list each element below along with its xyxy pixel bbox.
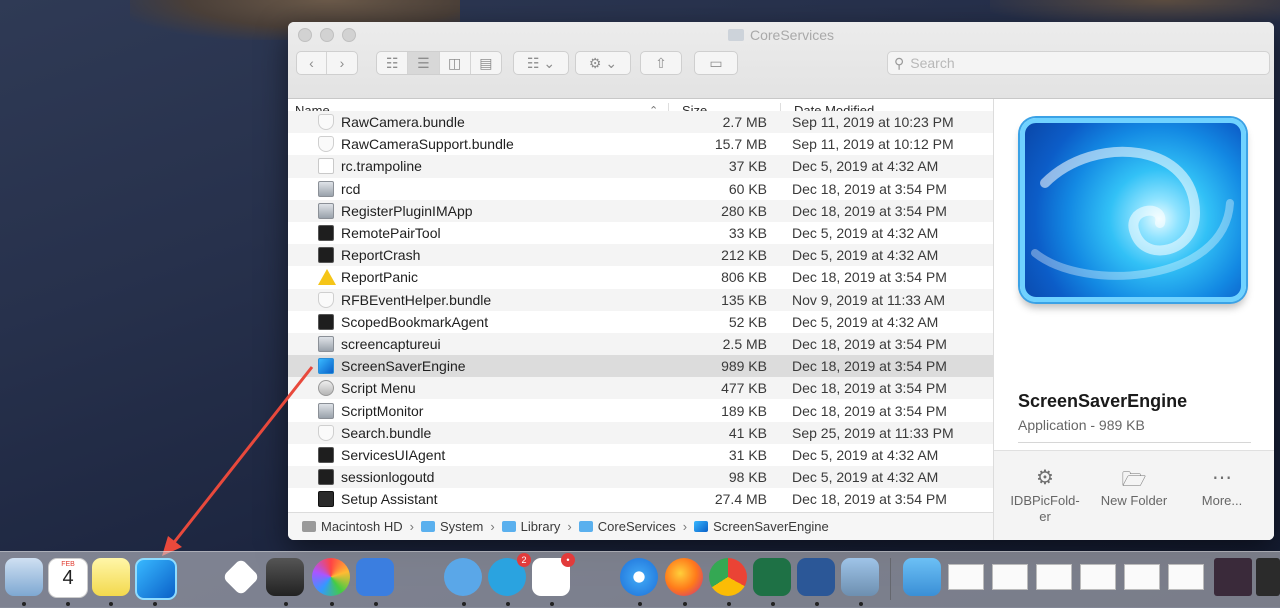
running-indicator [109,602,113,606]
running-indicator [815,602,819,606]
minimized-window-thumbnail[interactable] [1214,558,1252,596]
minimized-window-thumbnail[interactable] [1124,564,1160,590]
running-indicator [462,602,466,606]
mail-app-icon[interactable] [5,558,43,596]
running-indicator [506,602,510,606]
chrome-app-icon[interactable] [709,558,747,596]
notification-badge: 2 [517,553,531,567]
running-indicator [771,602,775,606]
photo-booth-app-icon[interactable] [266,558,304,596]
preview-app-icon[interactable] [841,558,879,596]
notes-app-icon[interactable] [92,558,130,596]
running-indicator [727,602,731,606]
notification-badge-dot: • [561,553,575,567]
messages-app-icon[interactable] [444,558,482,596]
dock: FEB 4 2 • [0,551,1280,608]
safari-app-icon[interactable] [620,558,658,596]
firefox-app-icon[interactable] [665,558,703,596]
running-indicator [284,602,288,606]
calendar-app-icon[interactable]: FEB 4 [48,558,88,598]
running-indicator [330,602,334,606]
minimized-window-thumbnail[interactable] [1036,564,1072,590]
app-icon[interactable] [222,558,260,596]
applications-folder-icon[interactable] [903,558,941,596]
running-indicator [638,602,642,606]
telegram-app-icon[interactable]: 2 [488,553,531,596]
minimized-window-thumbnail[interactable] [1080,564,1116,590]
running-indicator [859,602,863,606]
word-app-icon[interactable] [797,558,835,596]
running-indicator [22,602,26,606]
annotation-arrow [162,366,314,556]
minimized-window-thumbnail[interactable] [992,564,1028,590]
running-indicator [550,602,554,606]
calendar-day: 4 [62,567,74,589]
snagit-app-icon[interactable] [356,558,394,596]
screensaver-app-icon[interactable] [135,558,177,600]
minimized-window-thumbnail[interactable] [948,564,984,590]
running-indicator [153,602,157,606]
trash-icon[interactable] [1256,558,1280,596]
minimized-window-thumbnail[interactable] [1168,564,1204,590]
running-indicator [374,602,378,606]
running-indicator [683,602,687,606]
running-indicator [66,602,70,606]
slack-app-icon[interactable]: • [532,553,575,596]
excel-app-icon[interactable] [753,558,791,596]
photos-app-icon[interactable] [312,558,350,596]
dock-divider [890,558,891,600]
